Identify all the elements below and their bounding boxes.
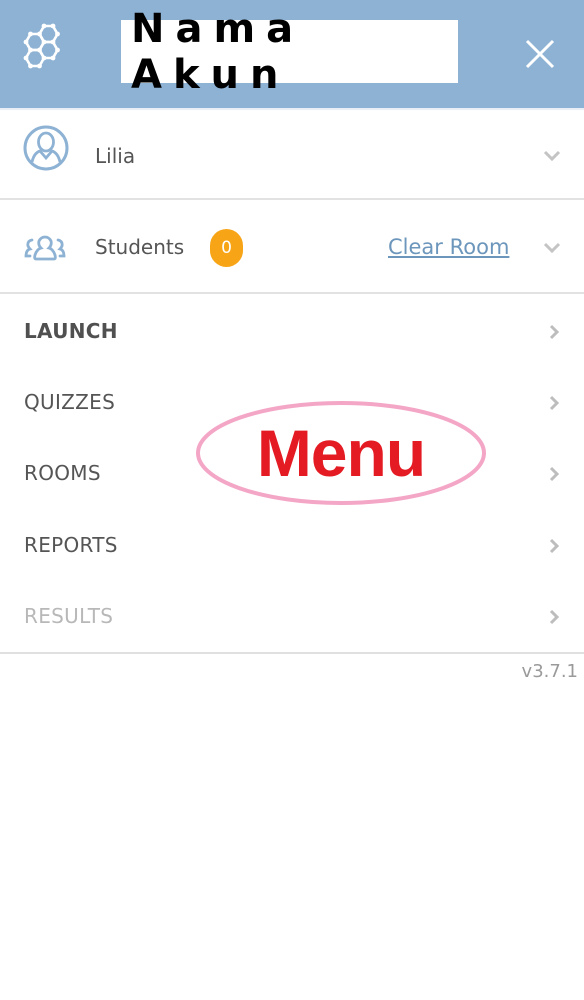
menu-item-reports[interactable]: REPORTS [0,510,584,581]
chevron-right-icon [549,538,560,554]
chevron-down-icon[interactable] [542,150,562,162]
menu-item-label: REPORTS [24,533,118,557]
account-name-title: Nama Akun [121,6,458,98]
menu-annotation: Menu [195,400,487,506]
menu-item-label: QUIZZES [24,390,116,414]
close-icon[interactable] [522,36,558,72]
annotation-text: Menu [256,416,426,490]
chevron-right-icon [549,395,560,411]
menu-divider [0,652,584,654]
students-row: Students 0 Clear Room [0,202,584,294]
account-row[interactable]: Lilia [0,108,584,200]
hexagon-network-icon[interactable] [18,22,70,80]
clear-room-link[interactable]: Clear Room [388,235,509,259]
chevron-right-icon [549,324,560,340]
students-count-badge: 0 [210,229,243,267]
group-icon [24,235,66,261]
menu-item-results[interactable]: RESULTS [0,581,584,652]
account-name: Lilia [95,144,136,168]
app-header: Nama Akun [0,0,584,108]
chevron-right-icon [549,466,560,482]
menu-item-label: ROOMS [24,461,101,485]
chevron-down-icon[interactable] [542,242,562,254]
version-label: v3.7.1 [521,661,578,682]
students-label: Students [95,235,185,259]
user-circle-icon [23,125,69,171]
chevron-right-icon [549,609,560,625]
menu-item-label: RESULTS [24,604,114,628]
menu-item-label: LAUNCH [24,319,118,343]
menu-item-launch[interactable]: LAUNCH [0,296,584,367]
